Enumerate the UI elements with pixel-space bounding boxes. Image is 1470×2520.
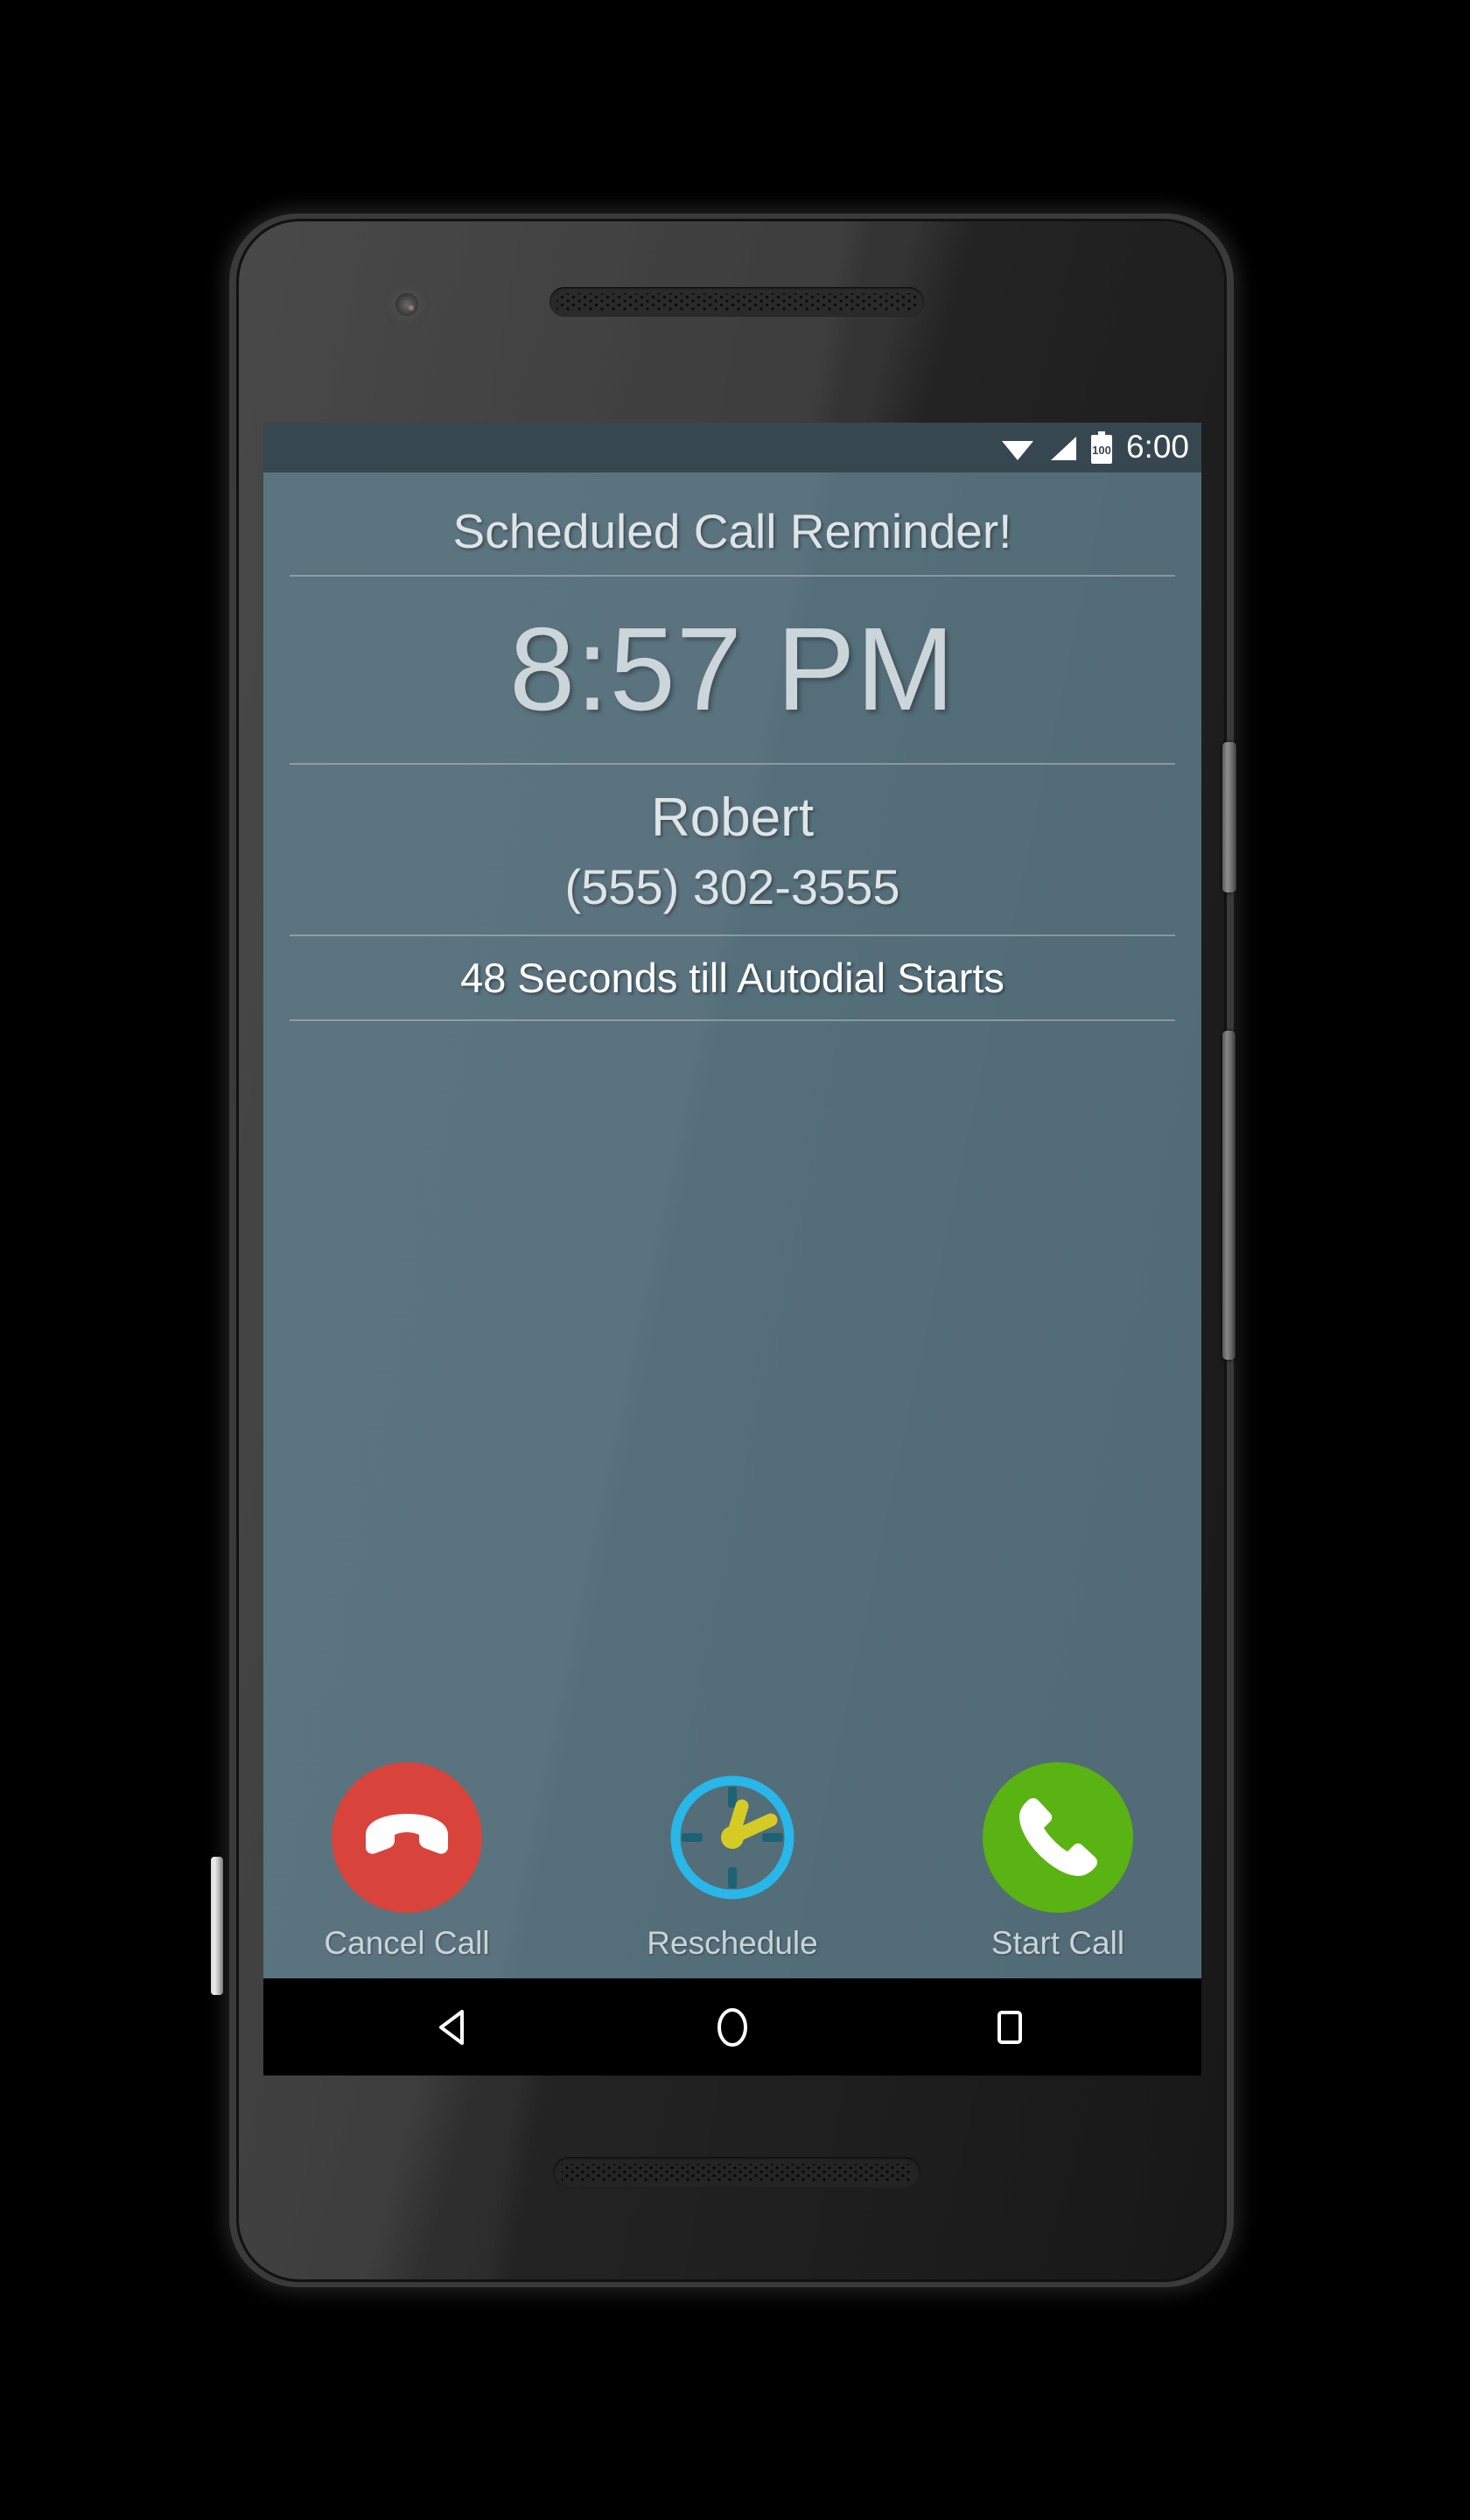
nav-home-button[interactable] <box>667 1978 798 2076</box>
page-title: Scheduled Call Reminder! <box>452 504 1012 558</box>
start-call-circle <box>983 1762 1133 1913</box>
recents-square-icon <box>998 2010 1023 2044</box>
clock-icon <box>670 1775 794 1900</box>
reschedule-label: Reschedule <box>647 1925 818 1961</box>
home-circle-icon <box>717 2007 747 2047</box>
front-camera-icon <box>396 293 418 316</box>
screenshot-canvas: 100 6:00 Scheduled Call Reminder! 8:57 P… <box>0 0 1470 2520</box>
android-nav-bar <box>263 1978 1201 2076</box>
start-call-button[interactable]: Start Call <box>953 1762 1163 1959</box>
action-button-row: Cancel Call Reschedule Start Call <box>263 1762 1201 1978</box>
back-triangle-icon <box>438 2009 464 2045</box>
autodial-countdown: 48 Seconds till Autodial Starts <box>460 955 1004 1001</box>
start-call-label: Start Call <box>990 1925 1125 1961</box>
wifi-icon <box>1001 440 1033 460</box>
reschedule-circle <box>657 1762 808 1913</box>
reminder-info-block: Scheduled Call Reminder! 8:57 PM Robert … <box>263 472 1201 1021</box>
power-button[interactable] <box>1222 742 1236 892</box>
nav-back-button[interactable] <box>389 1978 521 2076</box>
left-side-accent <box>211 1857 223 1995</box>
bottom-speaker <box>553 2157 920 2188</box>
status-bar-clock: 6:00 <box>1125 429 1189 465</box>
status-bar: 100 6:00 <box>263 423 1201 472</box>
volume-button[interactable] <box>1222 1031 1236 1360</box>
phone-handset-icon <box>1019 1797 1098 1876</box>
battery-level-text: 100 <box>1092 444 1111 457</box>
contact-phone-number: (555) 302-3555 <box>564 859 900 914</box>
contact-name: Robert <box>650 788 815 848</box>
cancel-call-circle <box>332 1762 482 1913</box>
earpiece-speaker <box>550 287 924 317</box>
signal-icon <box>1050 436 1076 460</box>
cancel-call-label: Cancel Call <box>324 1925 490 1961</box>
nav-recents-button[interactable] <box>944 1978 1075 2076</box>
reminder-screen: Scheduled Call Reminder! 8:57 PM Robert … <box>263 472 1201 1978</box>
phone-screen: 100 6:00 Scheduled Call Reminder! 8:57 P… <box>263 423 1201 2076</box>
end-call-icon <box>366 1814 448 1854</box>
battery-icon: 100 <box>1090 430 1112 464</box>
cancel-call-button[interactable]: Cancel Call <box>302 1762 512 1959</box>
reschedule-button[interactable]: Reschedule <box>627 1762 837 1959</box>
scheduled-time: 8:57 PM <box>509 603 956 735</box>
